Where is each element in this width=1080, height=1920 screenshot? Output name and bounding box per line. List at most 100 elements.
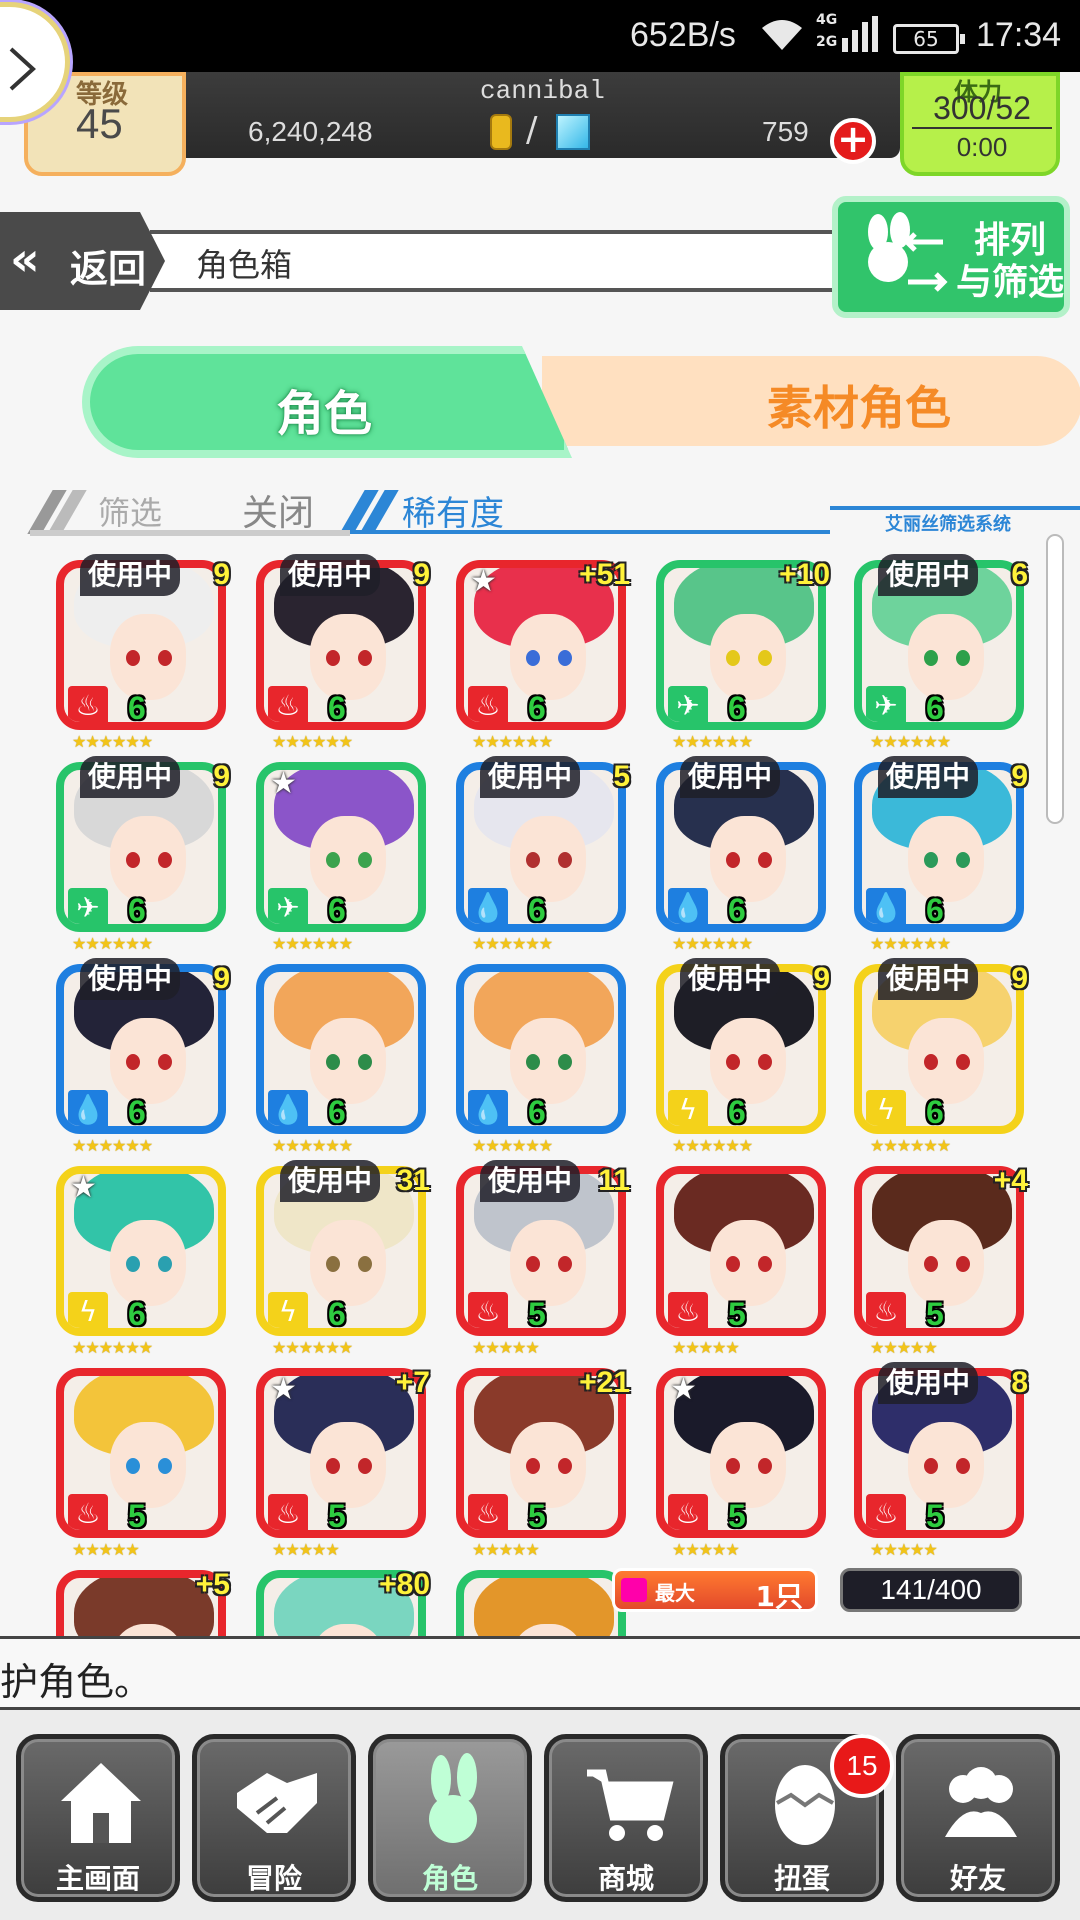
character-card[interactable]: ♨+5 (56, 1568, 230, 1636)
character-card[interactable]: 💧 6 ★★★★★★ 5 使用中 (456, 756, 630, 962)
water-element-icon: 💧 (468, 888, 508, 924)
star-rating: ★★★★★★ (72, 732, 153, 751)
in-use-badge: 使用中 (480, 756, 581, 798)
character-card[interactable]: ♨ 5 ★★★★★ +21 (456, 1366, 630, 1568)
nav-adventure[interactable]: 冒险 (192, 1734, 356, 1902)
wifi-icon (762, 20, 802, 50)
fire-element-icon: ♨ (68, 686, 108, 722)
character-card[interactable]: ♨ 5 ★★★★★ (56, 1368, 228, 1568)
plus-value: +51 (579, 558, 630, 591)
character-card[interactable]: 💧 6 ★★★★★★ 9 使用中 (854, 756, 1028, 962)
sort-label-line1: 排列 (973, 220, 1046, 261)
character-card[interactable]: ♨ 5 ★★★★★ +7 ★ (256, 1366, 430, 1568)
plus-value: +5 (195, 1568, 230, 1601)
star-rating: ★★★★★★ (472, 732, 553, 751)
rarity-number: 5 (328, 1498, 346, 1534)
rarity-number: 5 (926, 1296, 944, 1332)
tab-material-characters[interactable]: 素材角色 (542, 356, 1080, 446)
in-use-badge: 使用中 (878, 958, 979, 1000)
character-card[interactable]: 💧 6 ★★★★★★ 9 使用中 (56, 958, 230, 1164)
character-card[interactable]: ♨ 5 ★★★★★ ★ (656, 1368, 828, 1568)
coin-icon (490, 114, 512, 150)
character-card[interactable]: ♨ 6 ★★★★★★ +51 ★ (456, 558, 630, 760)
character-card[interactable]: 💧 6 ★★★★★★ 使用中 (656, 756, 828, 962)
rarity-number: 6 (926, 690, 944, 726)
star-rating: ★★★★★★ (672, 732, 753, 751)
plus-value: +21 (579, 1366, 630, 1399)
character-card[interactable]: ✈ 6 ★★★★★★ 6 使用中 (854, 554, 1028, 760)
filter-divider (350, 530, 830, 534)
stamina-value: 300/52 (912, 90, 1052, 129)
stamina-timer: 0:00 (956, 132, 1008, 162)
stamina-box: 体力 300/52 0:00 (900, 72, 1060, 176)
character-card[interactable]: ♨ 5 ★★★★★ (656, 1166, 828, 1366)
character-card[interactable]: ♨ 6 ★★★★★★ 9 使用中 (56, 554, 230, 760)
character-card[interactable]: ✈ 6 ★★★★★★ +10 (656, 558, 830, 760)
character-card[interactable]: ϟ 6 ★★★★★★ 9 使用中 (656, 958, 830, 1164)
network-4g: 4G (816, 12, 838, 28)
rarity-number: 5 (528, 1296, 546, 1332)
nav-friends[interactable]: 好友 (896, 1734, 1060, 1902)
fire-element-icon: ♨ (468, 1494, 508, 1530)
filter-mode-rarity[interactable]: 稀有度 (402, 486, 504, 535)
star-rating: ★★★★★ (472, 1540, 540, 1559)
filter-toggle[interactable]: 关闭 (242, 484, 314, 536)
rarity-number: 6 (528, 892, 546, 928)
character-card[interactable]: ♨ 5 ★★★★★ +4 (854, 1164, 1028, 1366)
character-card[interactable]: ϟ 6 ★★★★★★ ★ (56, 1166, 228, 1366)
star-rating: ★★★★★★ (272, 1136, 353, 1155)
star-rating: ★★★★★★ (72, 934, 153, 953)
character-card[interactable]: ♨ 6 ★★★★★★ 9 使用中 (256, 554, 430, 760)
nav-home[interactable]: 主画面 (16, 1734, 180, 1902)
clock: 17:34 (976, 16, 1062, 54)
bottom-nav: 主画面 冒险 角色 商城 扭蛋 好友 (0, 1710, 1080, 1920)
character-card[interactable]: ♨ 5 ★★★★★ 8 使用中 (854, 1362, 1028, 1568)
thunder-element-icon: ϟ (268, 1292, 308, 1328)
star-rating: ★★★★★★ (72, 1338, 153, 1357)
nav-shop[interactable]: 商城 (544, 1734, 708, 1902)
plus-value: 9 (813, 962, 830, 995)
in-use-badge: 使用中 (80, 554, 181, 596)
sort-filter-button[interactable]: 排列 与筛选 (832, 196, 1070, 318)
character-card[interactable]: ✈+80 (256, 1568, 430, 1636)
nav-characters[interactable]: 角色 (368, 1734, 532, 1902)
star-rating: ★★★★★★ (870, 934, 951, 953)
currency-separator: / (526, 110, 538, 150)
character-card[interactable]: ✈ 6 ★★★★★★ ★ (256, 762, 428, 962)
character-card[interactable]: ♨ 5 ★★★★★ 11 使用中 (456, 1160, 630, 1366)
character-card[interactable]: ϟ 6 ★★★★★★ 31 使用中 (256, 1160, 430, 1366)
thunder-element-icon: ϟ (866, 1090, 906, 1126)
character-card[interactable]: ϟ 6 ★★★★★★ 9 使用中 (854, 958, 1028, 1164)
back-button[interactable]: « 返回 (0, 212, 165, 310)
in-use-badge: 使用中 (280, 1160, 381, 1202)
in-use-badge: 使用中 (280, 554, 381, 596)
rarity-number: 5 (728, 1498, 746, 1534)
water-element-icon: 💧 (468, 1090, 508, 1126)
tab-characters[interactable]: 角色 (82, 346, 572, 458)
gacha-notification-badge: 15 (830, 1734, 894, 1798)
rarity-number: 6 (328, 1296, 346, 1332)
double-chevron-left-icon: « (10, 232, 40, 286)
character-portrait (464, 1578, 618, 1636)
filter-divider (30, 530, 350, 536)
fire-element-icon: ♨ (268, 1494, 308, 1530)
chevron-right-icon (9, 47, 36, 91)
page-title: 角色箱 (196, 246, 293, 284)
character-card[interactable]: ✈ 6 ★★★★★★ 9 使用中 (56, 756, 230, 962)
status-bar: 652B/s 4G 2G 65 17:34 (0, 0, 1080, 72)
character-card[interactable]: 💧 6 ★★★★★★ (456, 964, 628, 1164)
plus-value: 9 (1011, 760, 1028, 793)
character-card[interactable]: ✈ (456, 1570, 628, 1636)
back-label: 返回 (70, 247, 147, 291)
favorite-star-icon: ★ (670, 1372, 697, 1407)
plus-value: +80 (379, 1568, 430, 1601)
rarity-number: 5 (926, 1498, 944, 1534)
add-currency-button[interactable]: + (830, 118, 876, 164)
fire-element-icon: ♨ (668, 1292, 708, 1328)
character-card[interactable]: 💧 6 ★★★★★★ (256, 964, 428, 1164)
max-limit-badge: 最大 1只 (612, 1568, 818, 1613)
nav-characters-label: 角色 (421, 1862, 478, 1895)
in-use-badge: 使用中 (80, 756, 181, 798)
grid-scrollbar[interactable] (1046, 534, 1064, 824)
wind-element-icon: ✈ (68, 888, 108, 924)
